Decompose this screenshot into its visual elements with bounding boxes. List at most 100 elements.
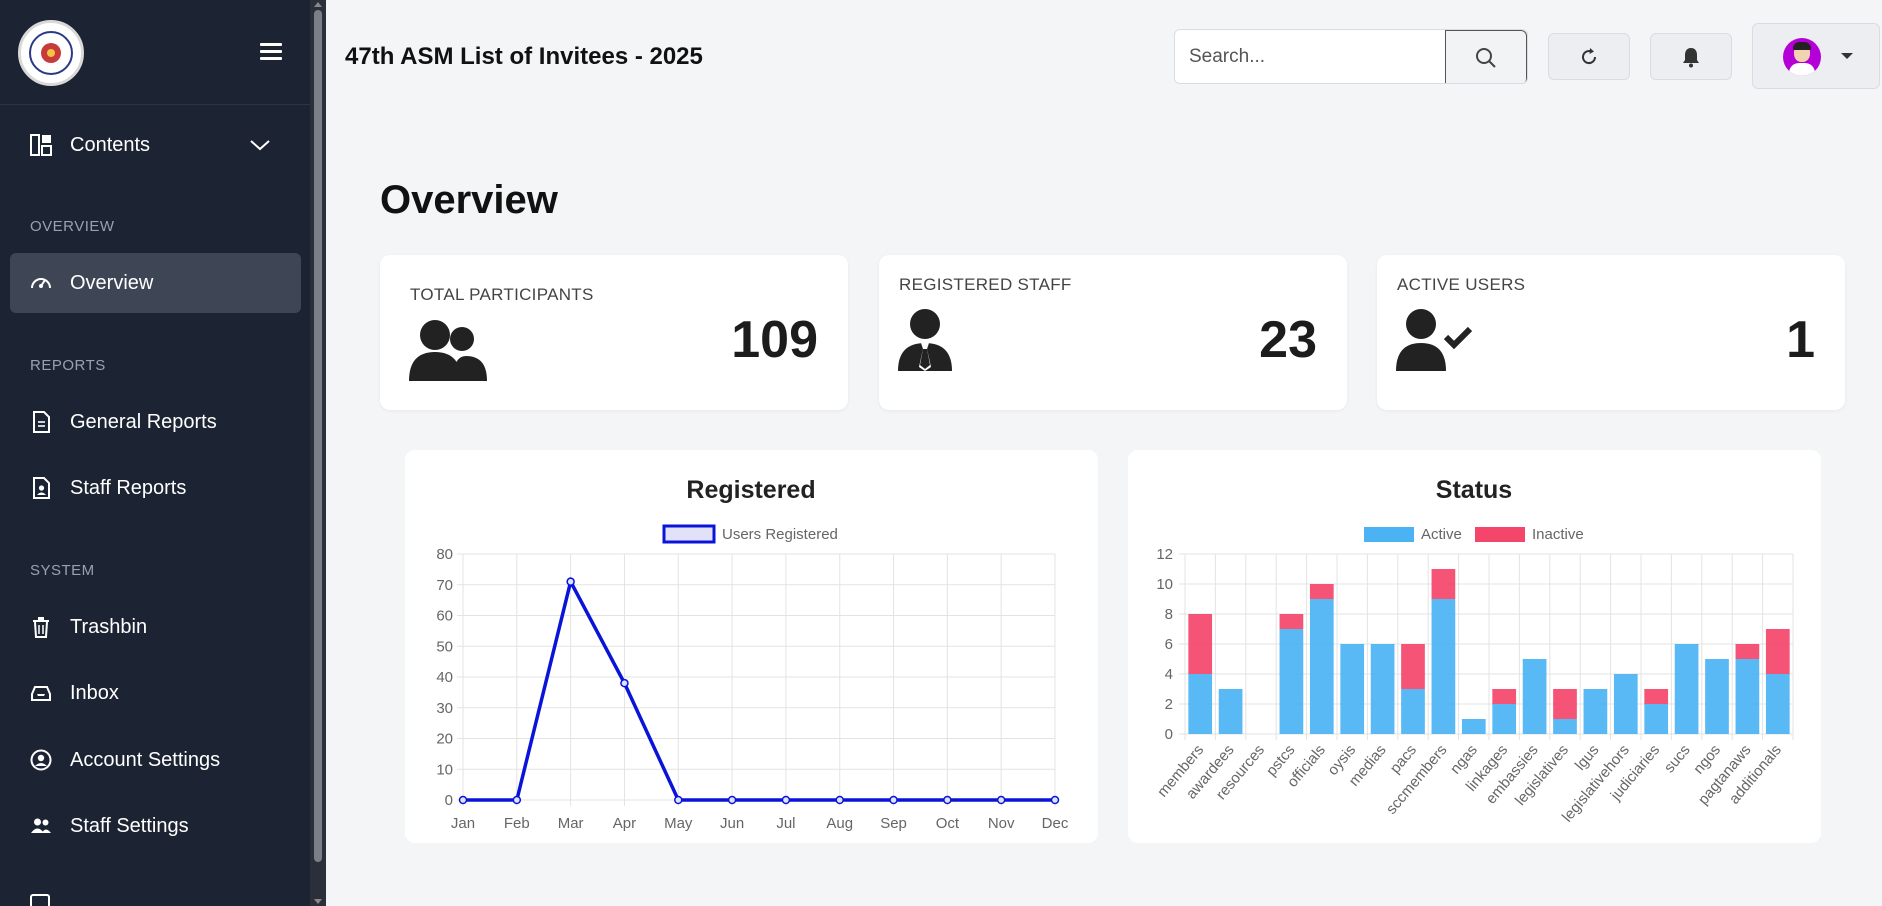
data-point <box>943 795 952 805</box>
user-tie-icon <box>898 309 952 376</box>
data-point <box>727 795 737 805</box>
bar-active <box>1705 659 1729 734</box>
y-tick-label: 6 <box>1165 636 1173 653</box>
y-tick-label: 4 <box>1165 666 1173 683</box>
bar-active <box>1644 704 1669 734</box>
notifications-button[interactable] <box>1650 33 1732 80</box>
bar-active <box>1613 674 1638 734</box>
data-point <box>566 577 575 586</box>
y-tick-label: 0 <box>1165 726 1173 743</box>
bar-active <box>1765 674 1790 734</box>
x-tick-label: Sep <box>880 815 907 832</box>
sidebar-item-contents[interactable]: Contents <box>10 115 301 175</box>
y-tick-label: 30 <box>436 700 453 717</box>
sidebar-divider <box>0 104 310 105</box>
sidebar: Contents OVERVIEW Overview REPORTS Gener… <box>0 0 310 906</box>
bar-inactive <box>1431 569 1456 599</box>
bell-icon <box>1683 47 1699 67</box>
y-tick-label: 10 <box>436 761 453 778</box>
bar-inactive <box>1644 689 1669 704</box>
avatar <box>1783 38 1821 76</box>
scroll-down-arrow-icon[interactable] <box>314 899 322 904</box>
legend-label: Active <box>1421 526 1462 543</box>
registered-line-chart: Registered Users Registered 0 10 20 30 40 50 60 7… <box>436 476 1069 832</box>
bar-active <box>1340 644 1365 734</box>
overview-heading: Overview <box>380 178 558 222</box>
caret-down-icon <box>1841 53 1853 59</box>
bar-inactive <box>1765 629 1790 674</box>
data-point <box>781 795 791 805</box>
data-point <box>1050 795 1060 805</box>
bar-active <box>1735 659 1760 734</box>
x-tick-label: Jun <box>720 815 744 832</box>
sidebar-item-staff-reports[interactable]: Staff Reports <box>10 458 301 518</box>
bar-inactive <box>1309 584 1334 599</box>
bar-inactive <box>1553 689 1577 719</box>
x-tick-label: Jan <box>451 815 475 832</box>
page-title: 47th ASM List of Invitees - 2025 <box>345 43 703 70</box>
bar-active <box>1583 689 1608 734</box>
user-circle-icon <box>30 749 52 771</box>
x-tick-label: Jul <box>776 815 795 832</box>
bar-active <box>1492 704 1517 734</box>
search-button[interactable] <box>1445 30 1527 83</box>
data-point <box>620 678 629 688</box>
sidebar-item-label: Overview <box>70 271 154 294</box>
data-point <box>674 795 683 805</box>
stat-label: TOTAL PARTICIPANTS <box>410 285 594 304</box>
section-label-overview: OVERVIEW <box>30 218 115 235</box>
data-point <box>835 795 844 805</box>
stat-value: 109 <box>731 311 818 369</box>
chart-card-status: Status Active Inactive 0 2 4 6 8 10 12 members awar… <box>1128 450 1821 843</box>
sidebar-item-trashbin[interactable]: Trashbin <box>10 597 301 657</box>
refresh-icon <box>1582 47 1597 64</box>
bar-active <box>1431 599 1456 734</box>
x-tick-label: sucs <box>1661 742 1694 777</box>
organization-logo <box>18 20 84 86</box>
x-tick-label: Apr <box>613 815 636 832</box>
sidebar-item-label: Inbox <box>70 681 119 704</box>
bar-active <box>1553 719 1577 734</box>
bar-active <box>1279 629 1304 734</box>
scroll-up-arrow-icon[interactable] <box>314 2 322 7</box>
x-tick-label: Dec <box>1042 815 1069 832</box>
document-person-icon <box>30 477 52 499</box>
scrollbar-thumb[interactable] <box>314 10 322 862</box>
sidebar-item-staff-settings[interactable]: Staff Settings <box>10 796 301 856</box>
bar-inactive <box>1401 644 1425 689</box>
y-tick-label: 8 <box>1165 606 1173 623</box>
chevron-down-icon[interactable] <box>249 135 271 158</box>
refresh-button[interactable] <box>1548 33 1630 80</box>
x-tick-label: Mar <box>558 815 584 832</box>
stat-card-registered-staff: REGISTERED STAFF 23 <box>879 255 1347 410</box>
sidebar-item-label: Account Settings <box>70 748 221 771</box>
sidebar-item-general-reports[interactable]: General Reports <box>10 392 301 452</box>
sidebar-item-label: General Reports <box>70 410 217 433</box>
status-bar-chart: StatusActive Inactive024681012membersawar… <box>1154 476 1794 825</box>
sidebar-scrollbar[interactable] <box>310 0 326 906</box>
sidebar-item-overview[interactable]: Overview <box>10 253 301 313</box>
sidebar-item-inbox[interactable]: Inbox <box>10 663 301 723</box>
speedometer-icon <box>30 272 52 294</box>
profile-dropdown-button[interactable] <box>1752 23 1880 89</box>
x-tick-label: May <box>664 815 693 832</box>
y-tick-label: 70 <box>436 577 453 594</box>
search-input[interactable] <box>1175 30 1445 83</box>
stat-value: 23 <box>1259 311 1317 369</box>
bar-inactive <box>1735 644 1760 659</box>
sidebar-item-account-settings[interactable]: Account Settings <box>10 730 301 790</box>
chart-card-registered: Registered Users Registered 0 10 20 30 40 50 60 7… <box>405 450 1098 843</box>
stat-card-active-users: ACTIVE USERS 1 <box>1377 255 1845 410</box>
y-tick-label: 80 <box>436 546 453 563</box>
menu-toggle-icon[interactable] <box>260 43 282 61</box>
y-tick-label: 10 <box>1156 576 1173 593</box>
stat-label: ACTIVE USERS <box>1397 275 1526 294</box>
trash-icon <box>30 616 52 638</box>
bar-inactive <box>1188 614 1213 674</box>
search-icon <box>1476 47 1496 68</box>
bar-inactive <box>1492 689 1517 704</box>
x-tick-label: Feb <box>504 815 530 832</box>
bar-active <box>1674 644 1699 734</box>
chart-title: Registered <box>686 476 815 504</box>
x-tick-label: Nov <box>988 815 1015 832</box>
